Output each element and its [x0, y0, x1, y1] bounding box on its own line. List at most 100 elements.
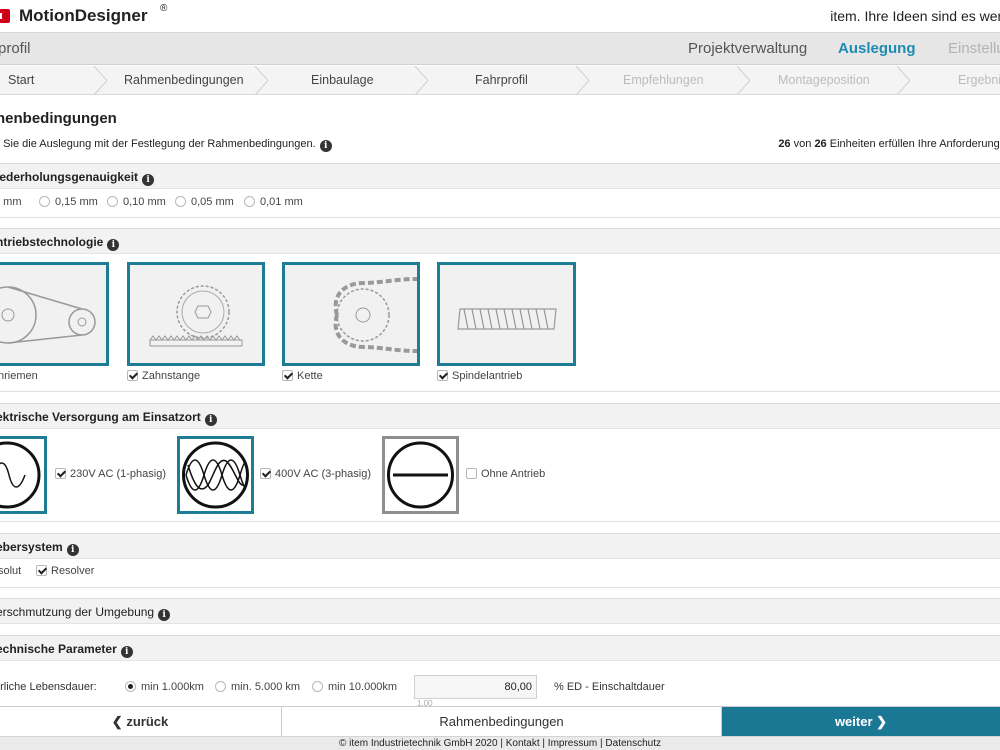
- repeatability-option[interactable]: 0,01 mm: [244, 196, 303, 208]
- nav-profile[interactable]: profil: [0, 40, 31, 57]
- info-icon[interactable]: i: [204, 414, 217, 426]
- encoder-option-resolver[interactable]: Resolver: [36, 565, 94, 577]
- radio-icon[interactable]: [107, 196, 118, 207]
- step-separator-icon: [93, 66, 108, 95]
- option-label: 0,10 mm: [123, 196, 166, 208]
- option-label: 400V AC (3-phasig): [275, 468, 371, 480]
- radio-icon[interactable]: [39, 196, 50, 207]
- link-impressum[interactable]: Impressum: [548, 738, 597, 749]
- nav-projektverwaltung[interactable]: Projektverwaltung: [688, 40, 807, 57]
- registered-mark: ®: [160, 3, 168, 14]
- info-icon[interactable]: i: [319, 140, 332, 152]
- checkbox-icon[interactable]: [437, 370, 448, 381]
- checkbox-icon[interactable]: [36, 565, 47, 576]
- chain-drive-tile[interactable]: [282, 262, 420, 366]
- lifetime-option[interactable]: min 1.000km: [125, 681, 204, 693]
- section-repeatability-header[interactable]: iederholungsgenauigkeit i: [0, 163, 1000, 189]
- section-pollution-label: erschmutzung der Umgebung: [0, 605, 155, 619]
- power-none-tile[interactable]: [382, 436, 459, 514]
- drive-option-spindle[interactable]: Spindelantrieb: [437, 370, 522, 382]
- power-option-none[interactable]: Ohne Antrieb: [466, 468, 545, 480]
- next-button[interactable]: weiter ❯: [722, 707, 1000, 737]
- option-label: min 1.000km: [141, 681, 204, 693]
- lifetime-label: erliche Lebensdauer:: [0, 681, 97, 693]
- nav-auslegung[interactable]: Auslegung: [838, 40, 916, 57]
- step-separator-icon: [575, 66, 590, 95]
- no-drive-icon: [387, 441, 454, 509]
- checkbox-icon[interactable]: [127, 370, 138, 381]
- back-label: zurück: [126, 714, 169, 729]
- app-title: MotionDesigner: [19, 6, 148, 25]
- option-label: Kette: [297, 370, 323, 382]
- encoder-option-absolute[interactable]: solut: [0, 565, 21, 577]
- step-start[interactable]: Start: [8, 73, 34, 87]
- step-separator-icon: [254, 66, 269, 95]
- radio-icon[interactable]: [244, 196, 255, 207]
- chevron-left-icon: ❮: [111, 714, 123, 729]
- current-step-label: Rahmenbedingungen: [281, 707, 722, 736]
- section-power-label: ektrische Versorgung am Einsatzort: [0, 410, 201, 424]
- section-encoder-label: ebersystem: [0, 540, 63, 554]
- section-drive-label: ntriebstechnologie: [0, 235, 104, 249]
- step-einbaulage[interactable]: Einbaulage: [311, 73, 374, 87]
- spindle-drive-tile[interactable]: [437, 262, 576, 366]
- info-icon[interactable]: i: [107, 239, 120, 251]
- rack-drive-tile[interactable]: [127, 262, 265, 366]
- step-rahmenbedingungen[interactable]: Rahmenbedingungen: [124, 73, 244, 87]
- drive-option-chain[interactable]: Kette: [282, 370, 323, 382]
- section-pollution-header[interactable]: erschmutzung der Umgebung i: [0, 598, 1000, 624]
- power-option-230v[interactable]: 230V AC (1-phasig): [55, 468, 166, 480]
- step-montageposition: Montageposition: [778, 73, 870, 87]
- drive-option-belt[interactable]: nriemen: [0, 370, 38, 382]
- checkbox-icon[interactable]: [260, 468, 271, 479]
- repeatability-option[interactable]: 0,15 mm: [39, 196, 98, 208]
- divider: [0, 521, 1000, 522]
- back-button[interactable]: ❮ zurück: [0, 707, 280, 736]
- option-label: Zahnstange: [142, 370, 201, 382]
- section-encoder-header[interactable]: ebersystem i: [0, 533, 1000, 559]
- section-tech-params-title: echnische Parameter i: [0, 642, 133, 658]
- step-fahrprofil[interactable]: Fahrprofil: [475, 73, 528, 87]
- single-phase-icon: [0, 441, 41, 509]
- info-icon[interactable]: i: [142, 174, 155, 186]
- checkbox-icon[interactable]: [466, 468, 477, 479]
- power-400v-tile[interactable]: [177, 436, 254, 514]
- intro-label: n Sie die Auslegung mit der Festlegung d…: [0, 138, 316, 150]
- section-drive-header[interactable]: ntriebstechnologie i: [0, 228, 1000, 254]
- nav-einstellungen[interactable]: Einstellungen: [948, 40, 1000, 57]
- link-datenschutz[interactable]: Datenschutz: [605, 738, 661, 749]
- section-tech-params-header[interactable]: echnische Parameter i: [0, 635, 1000, 661]
- info-icon[interactable]: i: [66, 544, 79, 556]
- lifetime-option[interactable]: min 10.000km: [312, 681, 397, 693]
- option-label: 230V AC (1-phasig): [70, 468, 166, 480]
- option-label: 0,15 mm: [55, 196, 98, 208]
- lifetime-option[interactable]: min. 5.000 km: [215, 681, 300, 693]
- power-230v-tile[interactable]: [0, 436, 47, 514]
- link-kontakt[interactable]: Kontakt: [506, 738, 540, 749]
- item-logo-icon: [0, 9, 10, 23]
- repeatability-option[interactable]: 0 mm: [0, 196, 22, 208]
- section-power-header[interactable]: ektrische Versorgung am Einsatzort i: [0, 403, 1000, 429]
- units-summary: 26 von 26 Einheiten erfüllen Ihre Anford…: [778, 138, 1000, 150]
- repeatability-option[interactable]: 0,05 mm: [175, 196, 234, 208]
- info-icon[interactable]: i: [120, 646, 133, 658]
- three-phase-icon: [182, 441, 249, 509]
- duty-cycle-input[interactable]: [414, 675, 537, 699]
- radio-icon[interactable]: [125, 681, 136, 692]
- step-separator-icon: [736, 66, 751, 95]
- drive-option-rack[interactable]: Zahnstange: [127, 370, 200, 382]
- copyright-text: © item Industrietechnik GmbH 2020: [339, 738, 498, 749]
- checkbox-icon[interactable]: [282, 370, 293, 381]
- belt-drive-tile[interactable]: [0, 262, 109, 366]
- radio-icon[interactable]: [175, 196, 186, 207]
- radio-icon[interactable]: [312, 681, 323, 692]
- option-label: 0,05 mm: [191, 196, 234, 208]
- section-pollution-title: erschmutzung der Umgebung i: [0, 605, 171, 621]
- repeatability-option[interactable]: 0,10 mm: [107, 196, 166, 208]
- power-option-400v[interactable]: 400V AC (3-phasig): [260, 468, 371, 480]
- radio-icon[interactable]: [215, 681, 226, 692]
- option-label: Resolver: [51, 565, 95, 577]
- section-repeatability-title: iederholungsgenauigkeit i: [0, 170, 155, 186]
- checkbox-icon[interactable]: [55, 468, 66, 479]
- info-icon[interactable]: i: [158, 609, 171, 621]
